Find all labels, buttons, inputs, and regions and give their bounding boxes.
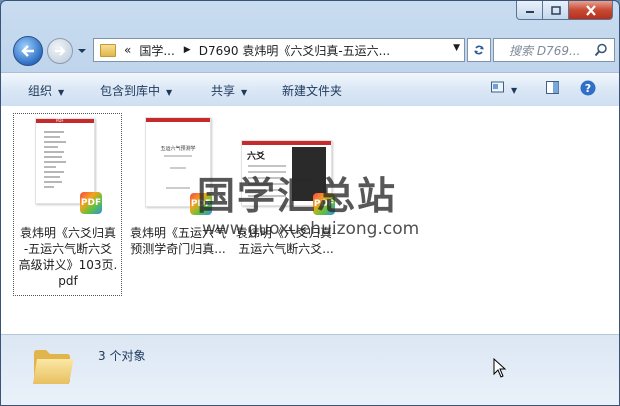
file-name-line: 五运六气断六爻... (238, 242, 334, 256)
include-in-library-label: 包含到库中 (100, 84, 161, 98)
folder-icon (100, 43, 116, 57)
file-list-pane[interactable]: PDF PDF 袁炜明《六爻归真 -五运六气断六爻 高级讲义》103页. pdf… (1, 106, 619, 334)
share-menu[interactable]: 共享 ▼ (211, 82, 247, 99)
minimize-button[interactable] (516, 1, 543, 20)
thumbnail-header-bar (36, 119, 94, 123)
address-history-dropdown-icon[interactable]: ▼ (453, 43, 460, 53)
forward-arrow-icon (55, 46, 66, 56)
view-options-button[interactable]: ▼ (491, 81, 517, 96)
navigation-bar: « 国学... ▶ D7690 袁炜明《六爻归真-五运六... ▼ 搜索 D76… (1, 33, 619, 67)
breadcrumb-segment-root[interactable]: 国学... (139, 42, 174, 59)
minimize-icon (525, 11, 534, 13)
search-icon (594, 43, 607, 57)
share-label: 共享 (211, 84, 236, 98)
thumbnail-text-lines (44, 131, 66, 188)
file-name-line: 袁炜明《六爻归真 (19, 226, 116, 240)
view-icon (491, 81, 504, 93)
maximize-button[interactable] (543, 1, 569, 20)
file-name-line: 高级讲义》103页. (18, 258, 118, 272)
refresh-button[interactable] (467, 38, 491, 62)
preview-pane-icon (546, 81, 559, 94)
item-count: 3 个对象 (98, 349, 146, 363)
thumbnail-header-bar (146, 118, 210, 122)
thumbnail-header-text: PDF (56, 118, 64, 123)
chevron-down-icon: ▼ (511, 86, 518, 95)
breadcrumb-segment-current[interactable]: D7690 袁炜明《六爻归真-五运六... (199, 42, 390, 59)
organize-label: 组织 (28, 84, 53, 98)
file-name-line: -五运六气断六爻 (23, 242, 113, 256)
search-box[interactable]: 搜索 D769... (493, 38, 615, 62)
thumbnail-heading-text: 六爻 (247, 152, 266, 162)
file-item-1[interactable]: PDF PDF 袁炜明《六爻归真 -五运六气断六爻 高级讲义》103页. pdf (13, 113, 122, 296)
thumbnail-text-lines (164, 155, 192, 189)
details-pane: 3 个对象 (1, 334, 619, 405)
file-name-label: 袁炜明《六爻归真 -五运六气断六爻 高级讲义》103页. pdf (15, 225, 121, 289)
include-in-library-menu[interactable]: 包含到库中 ▼ (100, 82, 172, 99)
breadcrumb-separator-icon[interactable]: ▶ (184, 45, 191, 55)
maximize-icon (550, 5, 561, 15)
chevron-down-icon: ▼ (58, 88, 65, 97)
explorer-window: « 国学... ▶ D7690 袁炜明《六爻归真-五运六... ▼ 搜索 D76… (0, 0, 620, 406)
file-name-line: 预测学奇门归真... (130, 242, 226, 256)
close-button[interactable] (569, 1, 613, 20)
watermark-url: www.guoxuehuizong.com (202, 219, 420, 239)
preview-pane-button[interactable] (546, 81, 560, 98)
help-button[interactable]: ? (580, 80, 596, 99)
search-placeholder: 搜索 D769... (509, 43, 581, 58)
close-icon (585, 4, 596, 16)
file-name-line: pdf (58, 274, 78, 288)
thumbnail-title-text: 五运六气预测学 (160, 146, 196, 152)
refresh-icon (474, 45, 484, 55)
address-bar[interactable]: « 国学... ▶ D7690 袁炜明《六爻归真-五运六... ▼ (93, 38, 465, 62)
breadcrumb-chevrons[interactable]: « (124, 43, 131, 57)
folder-icon (33, 350, 74, 384)
forward-button[interactable] (47, 38, 73, 64)
command-bar: 组织 ▼ 包含到库中 ▼ 共享 ▼ 新建文件夹 ▼ ? (1, 72, 619, 107)
organize-menu[interactable]: 组织 ▼ (28, 82, 64, 99)
watermark-title: 国学汇总站 (197, 174, 398, 218)
recent-pages-dropdown-icon[interactable] (76, 45, 88, 57)
new-folder-button[interactable]: 新建文件夹 (282, 82, 342, 99)
thumbnail-header-bar (242, 141, 331, 145)
back-arrow-icon (21, 45, 34, 57)
caption-buttons (516, 1, 613, 20)
new-folder-label: 新建文件夹 (282, 84, 343, 98)
back-button[interactable] (13, 36, 43, 66)
chevron-down-icon: ▼ (166, 88, 173, 97)
mouse-cursor-icon (493, 358, 507, 378)
chevron-down-icon: ▼ (241, 88, 248, 97)
svg-text:?: ? (585, 82, 591, 95)
pdf-badge-icon: PDF (80, 192, 102, 214)
help-icon: ? (580, 80, 596, 96)
